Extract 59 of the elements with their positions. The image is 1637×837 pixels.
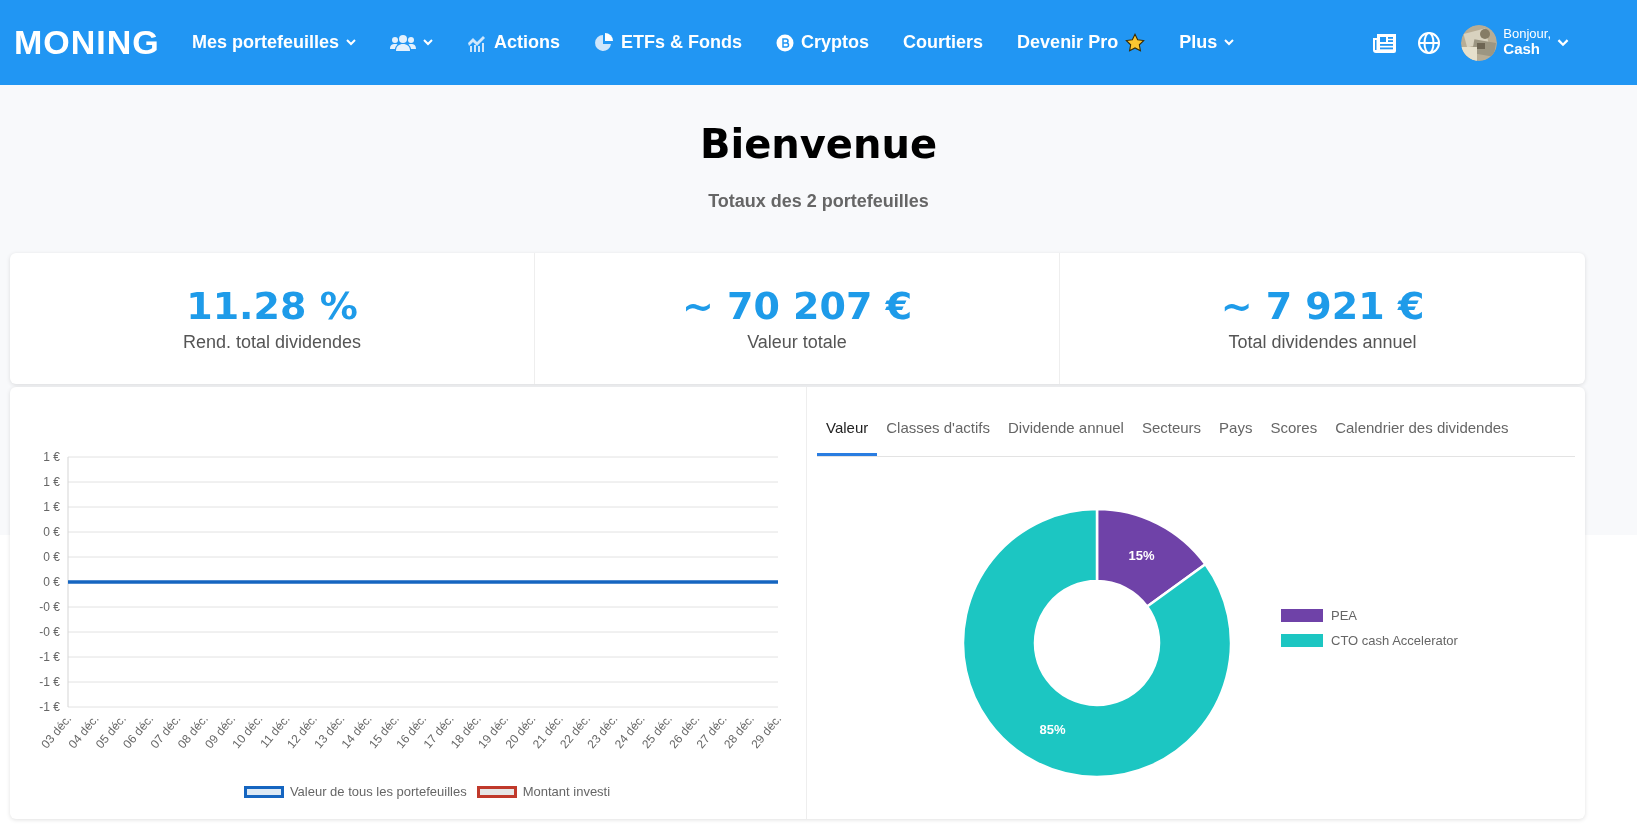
people-icon	[390, 33, 417, 52]
star-icon	[1125, 32, 1146, 53]
tab[interactable]: Classes d'actifs	[877, 403, 999, 456]
slice-label: 85%	[1039, 722, 1066, 738]
legend-label: CTO cash Accelerator	[1331, 633, 1458, 648]
chart-icon	[467, 33, 488, 52]
nav-link[interactable]: Devenir Pro	[1017, 32, 1146, 53]
nav-link[interactable]: ETFs & Fonds	[594, 32, 743, 53]
tab[interactable]: Calendrier des dividendes	[1326, 403, 1518, 456]
stat-value: 11.28 %	[186, 284, 358, 328]
caret-icon	[1224, 39, 1235, 46]
axis-label: 1 €	[43, 450, 60, 464]
axis-label: 0 €	[43, 525, 60, 539]
pie-chart-icon	[594, 32, 615, 53]
legend-label: PEA	[1331, 608, 1357, 623]
axis-label: 1 €	[43, 500, 60, 514]
tab[interactable]: Pays	[1210, 403, 1262, 456]
tab[interactable]: Valeur	[817, 403, 878, 456]
legend-label: Montant investi	[522, 784, 611, 799]
legend-label: Valeur de tous les portefeuilles	[289, 784, 467, 799]
greeting-text: Bonjour,	[1503, 27, 1551, 42]
tab[interactable]: Dividende annuel	[999, 403, 1133, 456]
nav-link[interactable]: Mes portefeuilles	[192, 32, 357, 53]
nav-link[interactable]: Plus	[1179, 32, 1235, 53]
stat-value: ~ 70 207 €	[681, 284, 913, 328]
axis-label: 0 €	[43, 575, 60, 589]
legend-swatch	[243, 785, 284, 798]
legend-swatch	[1281, 609, 1323, 622]
slice-label: 15%	[1128, 547, 1155, 563]
page-subtitle: Totaux des 2 portefeuilles	[707, 191, 930, 212]
nav-link[interactable]	[390, 33, 434, 52]
stat-value: ~ 7 921 €	[1220, 284, 1425, 328]
tab[interactable]: Scores	[1261, 403, 1327, 456]
user-name: Cash	[1503, 41, 1540, 58]
tab[interactable]: Secteurs	[1132, 403, 1211, 456]
legend-swatch	[476, 785, 517, 798]
axis-label: -0 €	[39, 600, 60, 614]
axis-label: -1 €	[39, 650, 60, 664]
newspaper-icon[interactable]	[1373, 31, 1398, 54]
globe-icon[interactable]	[1417, 30, 1442, 55]
nav-link[interactable]: Actions	[467, 32, 561, 53]
logo[interactable]: MONING	[14, 23, 192, 62]
stat-label: Total dividendes annuel	[1228, 332, 1417, 353]
axis-label: -0 €	[39, 625, 60, 639]
axis-label: 1 €	[43, 475, 60, 489]
axis-label: -1 €	[39, 700, 60, 714]
caret-icon	[346, 39, 357, 46]
caret-icon	[1557, 38, 1569, 47]
nav-link[interactable]: Courtiers	[903, 32, 984, 53]
coin-icon	[776, 33, 795, 52]
legend-swatch	[1281, 634, 1323, 647]
nav-link[interactable]: Cryptos	[776, 32, 870, 53]
axis-label: -1 €	[39, 675, 60, 689]
stat-label: Rend. total dividendes	[182, 332, 362, 353]
page-title: Bienvenue	[698, 121, 939, 167]
caret-icon	[423, 39, 434, 46]
stat-label: Valeur totale	[747, 332, 847, 353]
axis-label: 0 €	[43, 550, 60, 564]
user-menu[interactable]: Bonjour, Cash	[1461, 24, 1569, 61]
